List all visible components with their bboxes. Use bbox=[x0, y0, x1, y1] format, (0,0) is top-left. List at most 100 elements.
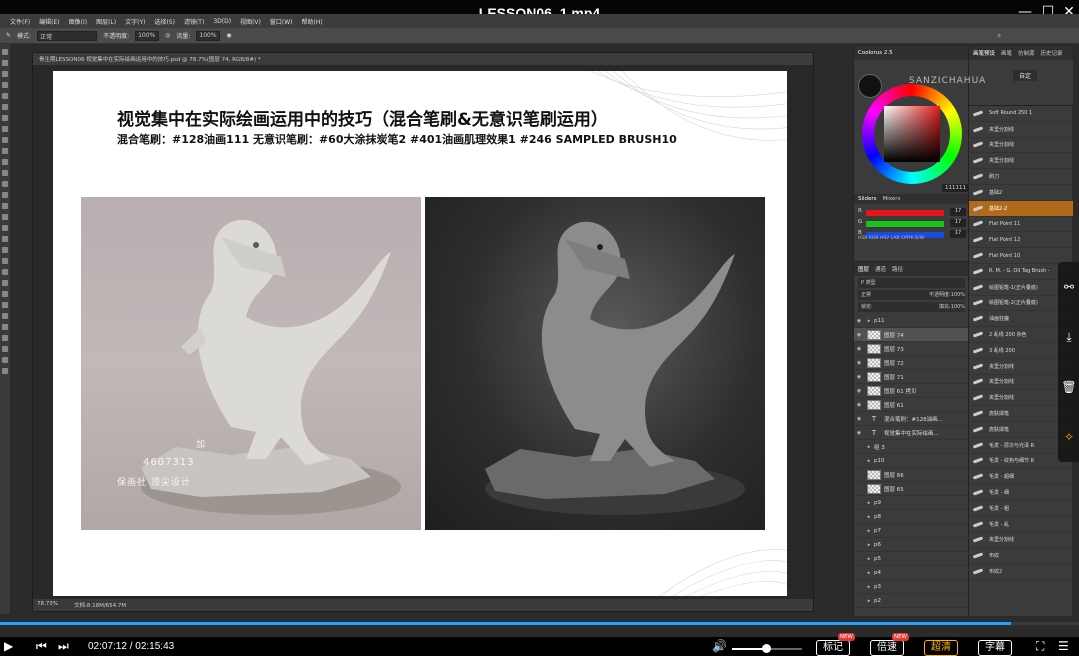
saturation-square[interactable] bbox=[884, 106, 940, 162]
tool-icon[interactable] bbox=[2, 159, 8, 165]
tab-layer-panel[interactable]: 通道 bbox=[875, 265, 886, 273]
opacity-input[interactable]: 100% bbox=[135, 30, 160, 41]
ps-menu-item[interactable]: 3D(D) bbox=[213, 18, 231, 25]
folder-icon[interactable]: ▸ bbox=[864, 556, 874, 562]
layer-row[interactable]: ▸ p5 bbox=[854, 552, 969, 566]
layer-row[interactable]: ◉ 图层 71 bbox=[854, 370, 969, 384]
next-icon[interactable]: ⏭ bbox=[58, 639, 69, 654]
layer-row[interactable]: ◉ ▸ p11 bbox=[854, 314, 969, 328]
canvas[interactable]: 视觉集中在实际绘画运用中的技巧（混合笔刷&无意识笔刷运用） 混合笔刷：#128油… bbox=[53, 71, 787, 596]
fill-input[interactable]: 100% bbox=[951, 304, 965, 310]
tool-icon[interactable] bbox=[2, 93, 8, 99]
video-progress-bar[interactable] bbox=[0, 622, 1079, 625]
visibility-eye-icon[interactable]: ◉ bbox=[854, 346, 864, 352]
brush-item[interactable]: 刷刀 bbox=[969, 169, 1073, 185]
ps-menu-item[interactable]: 编辑(E) bbox=[39, 17, 59, 26]
foreground-color-swatch[interactable] bbox=[858, 74, 882, 98]
play-icon[interactable]: ▶ bbox=[4, 639, 13, 653]
visibility-eye-icon[interactable]: ◉ bbox=[854, 332, 864, 338]
tab-brush-panel[interactable]: 历史记录 bbox=[1041, 49, 1063, 57]
slider-value[interactable]: 17 bbox=[950, 208, 966, 216]
tab-layer-panel[interactable]: 路径 bbox=[892, 265, 903, 273]
color-wheel[interactable] bbox=[862, 84, 962, 184]
star-icon[interactable]: ✧ bbox=[1058, 412, 1079, 462]
layer-row[interactable]: ▸ p7 bbox=[854, 524, 969, 538]
layer-opacity-input[interactable]: 100% bbox=[951, 292, 965, 298]
layer-row[interactable]: ▸ p9 bbox=[854, 496, 969, 510]
blend-mode-select[interactable]: 正常 bbox=[861, 290, 871, 300]
tool-icon[interactable] bbox=[2, 225, 8, 231]
tool-icon[interactable] bbox=[2, 170, 8, 176]
airbrush-icon[interactable]: ◎ bbox=[165, 32, 170, 39]
brush-item[interactable]: 基础2 bbox=[969, 185, 1073, 201]
tool-icon[interactable] bbox=[2, 236, 8, 242]
brush-item[interactable]: 毛发 - 粗 bbox=[969, 501, 1073, 517]
ps-menu-item[interactable]: 帮助(H) bbox=[302, 17, 323, 26]
layer-row[interactable]: ◉ 图层 73 bbox=[854, 342, 969, 356]
tool-icon[interactable] bbox=[2, 137, 8, 143]
folder-icon[interactable]: ▸ bbox=[864, 584, 874, 590]
folder-icon[interactable]: ▸ bbox=[864, 318, 874, 324]
brush-item[interactable]: Flat Point 12 bbox=[969, 232, 1073, 249]
slider-g[interactable]: G 17 bbox=[858, 219, 966, 228]
folder-icon[interactable]: ▸ bbox=[864, 514, 874, 520]
visibility-eye-icon[interactable]: ◉ bbox=[854, 318, 864, 324]
brush-item[interactable]: 布纹 bbox=[969, 548, 1073, 565]
flow-input[interactable]: 100% bbox=[196, 30, 221, 41]
tool-icon[interactable] bbox=[2, 280, 8, 286]
layer-row[interactable]: ▸ p10 bbox=[854, 454, 969, 468]
layer-row[interactable]: ◉ T 视觉集中在实际绘画... bbox=[854, 426, 969, 440]
fullscreen-icon[interactable]: ⛶ bbox=[1036, 639, 1044, 654]
hex-value[interactable]: 111111 bbox=[942, 184, 969, 192]
tool-icon[interactable] bbox=[2, 324, 8, 330]
slider-track[interactable] bbox=[866, 221, 944, 227]
tool-icon[interactable] bbox=[2, 181, 8, 187]
brush-item[interactable]: 夹里分割线 bbox=[969, 122, 1073, 138]
speed-button[interactable]: 倍速 NEW bbox=[870, 633, 909, 656]
delete-icon[interactable]: 🗑 bbox=[1058, 362, 1079, 412]
layer-row[interactable]: ◉ 图层 72 bbox=[854, 356, 969, 370]
tool-icon[interactable] bbox=[2, 82, 8, 88]
layer-row[interactable]: ◉ 图层 61 bbox=[854, 398, 969, 412]
color-modes[interactable]: HSB RGB HSV LAB CMYK B/W bbox=[858, 236, 924, 241]
tool-icon[interactable] bbox=[2, 346, 8, 352]
folder-icon[interactable]: ▸ bbox=[864, 570, 874, 576]
layer-row[interactable]: ▸ p2 bbox=[854, 594, 969, 608]
zoom-readout[interactable]: 78.73% bbox=[37, 601, 58, 609]
ps-menu-item[interactable]: 图像(I) bbox=[69, 17, 87, 26]
folder-icon[interactable]: ▸ bbox=[864, 500, 874, 506]
previous-icon[interactable]: ⏮ bbox=[36, 639, 47, 654]
slider-value[interactable]: 17 bbox=[950, 219, 966, 227]
tool-icon[interactable] bbox=[2, 126, 8, 132]
tool-icon[interactable] bbox=[2, 335, 8, 341]
document-tab[interactable]: 骨生期LESSON06 视觉集中在实际绘画运用中的技巧.psd @ 78.7%(… bbox=[33, 53, 813, 65]
mode-select[interactable]: 正常 bbox=[37, 30, 98, 41]
layer-row[interactable]: ▸ p6 bbox=[854, 538, 969, 552]
tab-brush-panel[interactable]: 画笔预设 bbox=[973, 49, 995, 57]
brush-tool-icon[interactable]: ✎ bbox=[6, 32, 11, 39]
folder-icon[interactable]: ▸ bbox=[864, 458, 874, 464]
brush-item[interactable]: 夹里分割线 bbox=[969, 153, 1073, 170]
tab-mixers[interactable]: Mixers bbox=[883, 196, 901, 202]
tool-icon[interactable] bbox=[2, 60, 8, 66]
tool-icon[interactable] bbox=[2, 49, 8, 55]
ps-menu-item[interactable]: 图层(L) bbox=[96, 17, 116, 26]
brush-item[interactable]: 毛发 - 细 bbox=[969, 485, 1073, 501]
layer-row[interactable]: ▸ p8 bbox=[854, 510, 969, 524]
quality-button[interactable]: 超清 bbox=[924, 640, 958, 656]
visibility-eye-icon[interactable]: ◉ bbox=[854, 416, 864, 422]
brush-item[interactable]: 基础2-2 bbox=[969, 200, 1073, 217]
tool-icon[interactable] bbox=[2, 357, 8, 363]
brush-item[interactable]: 毛发 - 乱 bbox=[969, 517, 1073, 533]
tab-sliders[interactable]: Sliders bbox=[858, 196, 877, 202]
brush-item[interactable]: Soft Round 250 1 bbox=[969, 106, 1073, 122]
slider-track[interactable] bbox=[866, 210, 944, 216]
visibility-eye-icon[interactable]: ◉ bbox=[854, 430, 864, 436]
tool-icon[interactable] bbox=[2, 258, 8, 264]
folder-icon[interactable]: ▸ bbox=[864, 528, 874, 534]
ps-menu-item[interactable]: 选择(S) bbox=[154, 17, 175, 26]
tool-icon[interactable] bbox=[2, 203, 8, 209]
tool-icon[interactable] bbox=[2, 104, 8, 110]
volume-icon[interactable]: 🔊 bbox=[712, 639, 727, 653]
download-icon[interactable]: ⤓ bbox=[1058, 312, 1079, 362]
